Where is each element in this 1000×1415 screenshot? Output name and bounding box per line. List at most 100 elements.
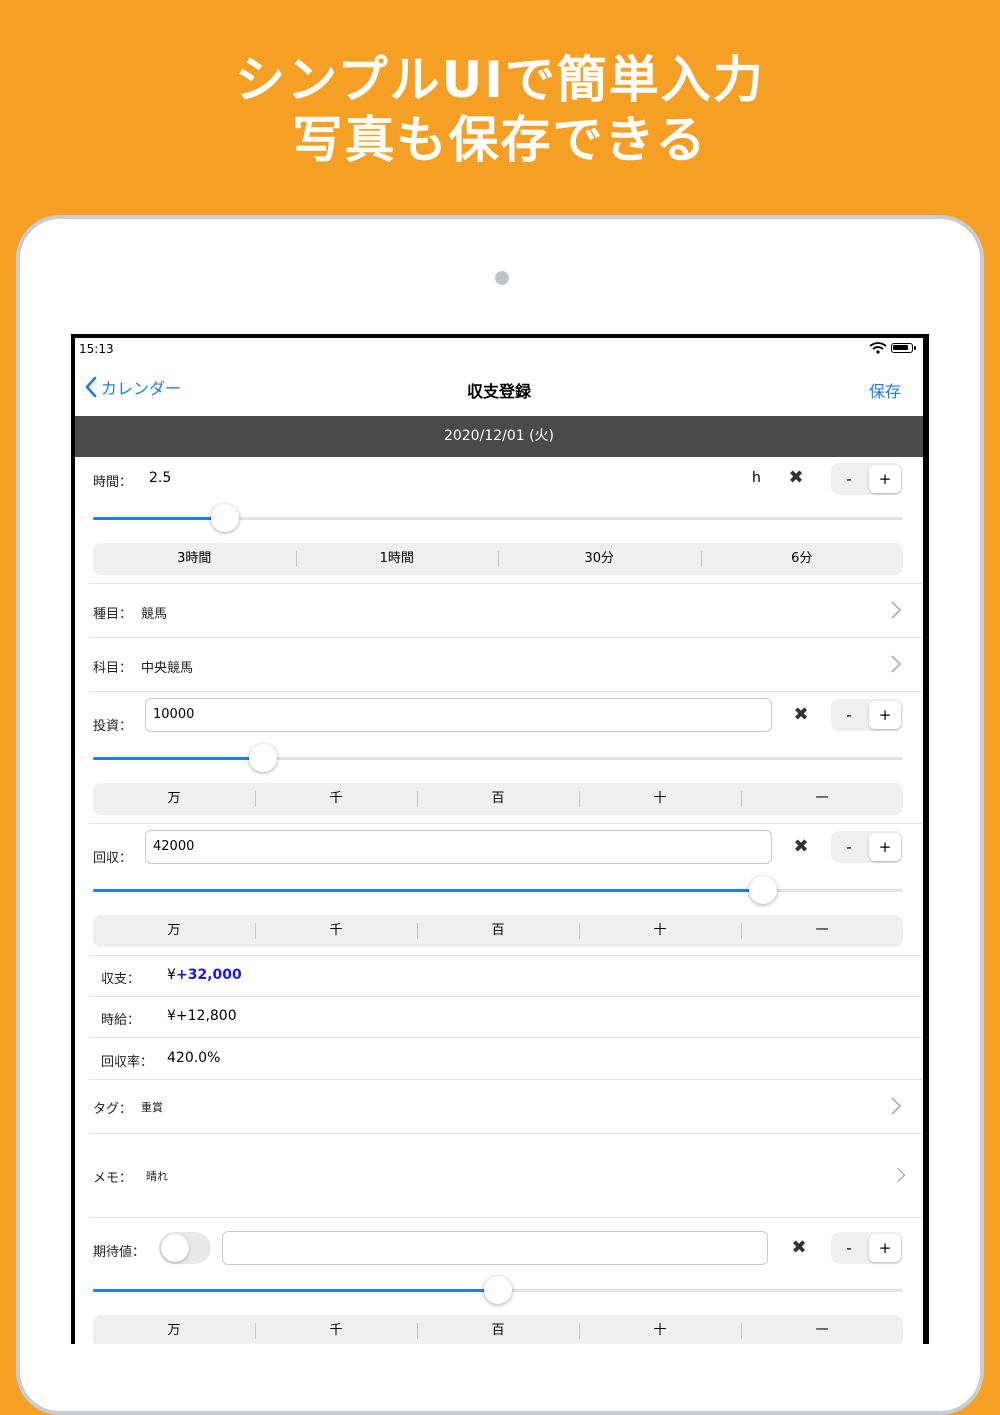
time-segmented-control[interactable]: 3時間 1時間 30分 6分: [93, 543, 903, 575]
wifi-icon: [869, 342, 887, 354]
time-minus-button[interactable]: -: [831, 463, 867, 495]
subject-row[interactable]: 科目： 中央競馬: [89, 637, 923, 692]
category-row[interactable]: 種目： 競馬: [89, 583, 923, 638]
invest-label: 投資：: [93, 719, 133, 734]
balance-currency: ¥: [167, 967, 176, 983]
slider-fill: [93, 517, 226, 520]
segment-4[interactable]: 十: [579, 783, 741, 815]
time-value[interactable]: 2.5: [149, 470, 171, 486]
recover-segmented-control[interactable]: 万千百十一: [93, 915, 903, 947]
invest-clear-icon[interactable]: ✖: [791, 704, 811, 725]
segment-3[interactable]: 百: [417, 783, 579, 815]
status-time: 15:13: [79, 342, 114, 356]
slider-fill: [93, 757, 264, 760]
invest-slider[interactable]: [93, 743, 903, 773]
segment-2[interactable]: 千: [255, 1315, 417, 1344]
chevron-right-icon: [891, 655, 902, 673]
segment-2[interactable]: 1時間: [295, 543, 499, 575]
segment-4[interactable]: 十: [579, 1315, 741, 1344]
subject-label: 科目：: [93, 661, 133, 676]
balance-label: 収支：: [101, 972, 141, 987]
category-value: 競馬: [141, 607, 168, 622]
memo-row[interactable]: メモ： 晴れ: [89, 1133, 923, 1218]
time-stepper[interactable]: - +: [831, 463, 903, 495]
segment-1[interactable]: 万: [93, 783, 255, 815]
headline-line2: 写真も保存できる: [292, 111, 708, 169]
toggle-knob: [161, 1234, 189, 1262]
time-label: 時間：: [93, 475, 133, 490]
balance-row: 収支： ¥ +32,000: [89, 955, 923, 997]
recover-stepper[interactable]: - +: [831, 831, 903, 863]
segment-5[interactable]: 一: [741, 915, 903, 947]
time-slider[interactable]: [93, 503, 903, 533]
invest-segmented-control[interactable]: 万千百十一: [93, 783, 903, 815]
expect-plus-button[interactable]: +: [869, 1234, 901, 1262]
time-plus-button[interactable]: +: [869, 465, 901, 493]
hourly-label: 時給：: [101, 1013, 141, 1028]
segment-1[interactable]: 万: [93, 1315, 255, 1344]
subject-value: 中央競馬: [141, 661, 194, 676]
slider-fill: [93, 889, 763, 892]
date-header: 2020/12/01 (火): [75, 416, 923, 457]
recover-minus-button[interactable]: -: [831, 831, 867, 863]
chevron-right-icon: [891, 601, 902, 619]
app-screen: 15:13 カレンダー 収支登録 保存 2020/12/01 (火) 時間： 2…: [75, 338, 923, 1344]
segment-5[interactable]: 一: [741, 783, 903, 815]
category-label: 種目：: [93, 607, 133, 622]
tag-label: タグ：: [93, 1102, 133, 1117]
status-bar: 15:13: [75, 338, 923, 360]
segment-2[interactable]: 千: [255, 783, 417, 815]
hourly-row: 時給： ¥+12,800: [89, 996, 923, 1038]
segment-1[interactable]: 3時間: [93, 543, 296, 575]
segment-2[interactable]: 千: [255, 915, 417, 947]
balance-value: +32,000: [176, 967, 242, 983]
headline: シンプルUIで簡単入力 写真も保存できる: [0, 50, 1000, 170]
expect-minus-button[interactable]: -: [831, 1232, 867, 1264]
expect-clear-icon[interactable]: ✖: [789, 1237, 809, 1258]
navigation-bar: カレンダー 収支登録 保存: [75, 360, 923, 417]
chevron-right-icon: [891, 1097, 902, 1115]
slider-thumb[interactable]: [748, 876, 777, 904]
page-title: 収支登録: [466, 382, 531, 401]
segment-3[interactable]: 百: [417, 915, 579, 947]
save-button[interactable]: 保存: [869, 378, 901, 402]
battery-tip: [914, 346, 916, 350]
recover-label: 回収：: [93, 851, 133, 866]
battery-icon: [891, 343, 913, 353]
segment-4[interactable]: 6分: [700, 543, 904, 575]
time-unit: h: [752, 470, 761, 486]
segment-3[interactable]: 百: [417, 1315, 579, 1344]
recover-plus-button[interactable]: +: [869, 833, 901, 861]
tag-row[interactable]: タグ： 重賞: [89, 1079, 923, 1134]
expect-toggle[interactable]: [159, 1232, 211, 1264]
chevron-right-icon: [897, 1167, 906, 1183]
tag-value: 重賞: [141, 1101, 163, 1114]
expect-label: 期待値：: [93, 1245, 146, 1260]
segment-1[interactable]: 万: [93, 915, 255, 947]
segment-4[interactable]: 十: [579, 915, 741, 947]
rate-value: 420.0%: [167, 1050, 221, 1066]
camera-dot: [495, 271, 509, 285]
tablet-screen: 15:13 カレンダー 収支登録 保存 2020/12/01 (火) 時間： 2…: [71, 334, 929, 1344]
expect-segmented-control[interactable]: 万千百十一: [93, 1315, 903, 1344]
slider-thumb[interactable]: [211, 504, 240, 532]
recover-input[interactable]: 42000: [145, 830, 772, 864]
recover-clear-icon[interactable]: ✖: [791, 836, 811, 857]
invest-minus-button[interactable]: -: [831, 699, 867, 731]
expect-slider[interactable]: [93, 1275, 903, 1305]
slider-fill: [93, 1289, 498, 1292]
slider-thumb[interactable]: [249, 744, 278, 772]
recover-slider[interactable]: [93, 875, 903, 905]
expect-input[interactable]: [222, 1231, 768, 1265]
invest-input[interactable]: 10000: [145, 698, 772, 732]
rate-label: 回収率：: [101, 1055, 154, 1070]
time-clear-icon[interactable]: ✖: [786, 467, 806, 488]
expect-stepper[interactable]: - +: [831, 1232, 903, 1264]
memo-value: 晴れ: [146, 1170, 168, 1183]
segment-3[interactable]: 30分: [498, 543, 701, 575]
invest-plus-button[interactable]: +: [869, 701, 901, 729]
segment-5[interactable]: 一: [741, 1315, 903, 1344]
hourly-value: ¥+12,800: [167, 1008, 237, 1024]
invest-stepper[interactable]: - +: [831, 699, 903, 731]
slider-thumb[interactable]: [484, 1276, 512, 1304]
